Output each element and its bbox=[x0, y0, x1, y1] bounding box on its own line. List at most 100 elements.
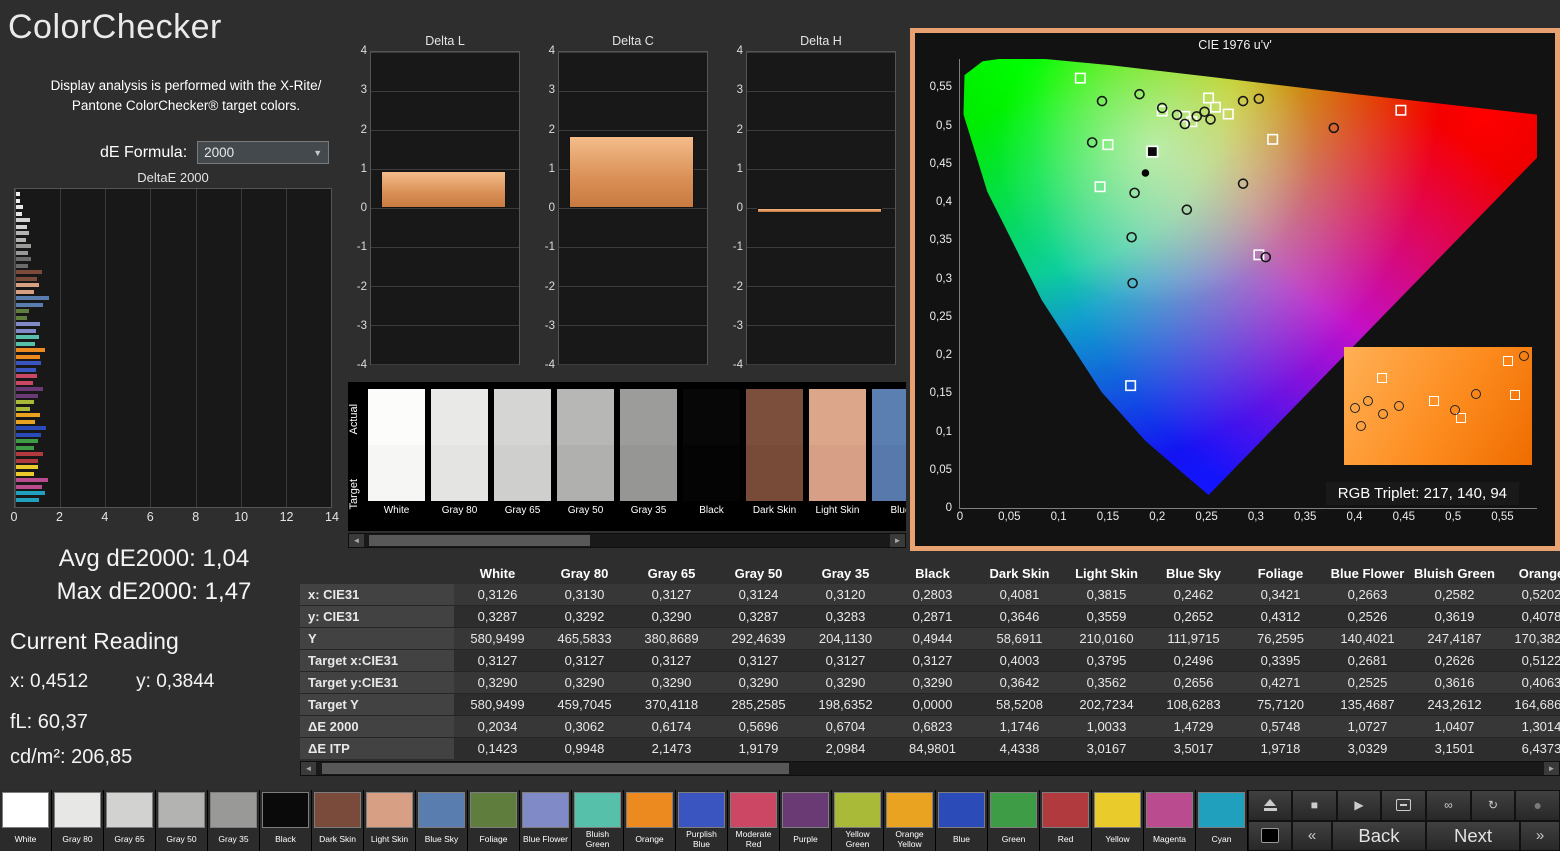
palette-patch-blue-sky[interactable]: Blue Sky bbox=[416, 790, 468, 851]
table-cell: 0,3127 bbox=[802, 649, 889, 672]
palette-patch-color bbox=[366, 792, 413, 828]
palette-patch-green[interactable]: Green bbox=[988, 790, 1040, 851]
palette-patch-gray-65[interactable]: Gray 65 bbox=[104, 790, 156, 851]
palette-patch-bluish-green[interactable]: Bluish Green bbox=[572, 790, 624, 851]
table-scroll-track[interactable] bbox=[316, 762, 1544, 775]
record-icon: ● bbox=[1533, 797, 1542, 814]
table-scrollbar[interactable]: ◄ ► bbox=[300, 761, 1560, 776]
strip-swatch-target bbox=[683, 445, 740, 501]
table-cell: 3,5017 bbox=[1150, 737, 1237, 759]
palette-patch-gray-35[interactable]: Gray 35 bbox=[208, 790, 260, 851]
current-xy-values: x: 0,4512 y: 0,3844 bbox=[10, 671, 304, 693]
deltae-bar bbox=[16, 465, 39, 469]
palette-patch-gray-80[interactable]: Gray 80 bbox=[52, 790, 104, 851]
strip-scroll-left-icon[interactable]: ◄ bbox=[349, 534, 364, 547]
back-chevron-button[interactable]: « bbox=[1292, 820, 1332, 851]
palette-patch-cyan[interactable]: Cyan bbox=[1196, 790, 1248, 851]
table-scroll-thumb[interactable] bbox=[322, 763, 789, 774]
palette-patch-blue-flower[interactable]: Blue Flower bbox=[520, 790, 572, 851]
palette-patch-purplish-blue[interactable]: Purplish Blue bbox=[676, 790, 728, 851]
palette-patch-yellow-green[interactable]: Yellow Green bbox=[832, 790, 884, 851]
palette-patch-foliage[interactable]: Foliage bbox=[468, 790, 520, 851]
palette-patch-orange[interactable]: Orange bbox=[624, 790, 676, 851]
palette-patch-gray-50[interactable]: Gray 50 bbox=[156, 790, 208, 851]
table-column-header: Bluish Green bbox=[1414, 565, 1495, 581]
stop-button[interactable]: ■ bbox=[1292, 790, 1337, 821]
palette-patch-label: Dark Skin bbox=[319, 833, 356, 844]
loop-button[interactable]: ∞ bbox=[1426, 790, 1471, 821]
delta-chart-y-axis: 4 3 2 1 0 -1 -2 -3 -4 bbox=[540, 45, 558, 371]
table-column-header: Gray 80 bbox=[560, 565, 609, 581]
deltae-bar bbox=[16, 276, 38, 281]
palette-patch-color bbox=[886, 792, 933, 828]
strip-swatch-label: Gray 65 bbox=[504, 505, 541, 516]
table-cell: 0,3619 bbox=[1411, 605, 1498, 628]
strip-swatch: Gray 50 bbox=[557, 389, 614, 531]
table-cell: 1,4729 bbox=[1150, 715, 1237, 738]
table-row: Target y:CIE31 0,3290 0,3290 0,3290 0,3290 0,… bbox=[300, 671, 1560, 694]
palette-patch-color bbox=[678, 792, 725, 828]
table-scroll-right-icon[interactable]: ► bbox=[1544, 762, 1559, 775]
back-button[interactable]: Back bbox=[1332, 820, 1426, 851]
description-text: Display analysis is performed with the X… bbox=[20, 76, 352, 117]
palette-patch-orange-yellow[interactable]: Orange Yellow bbox=[884, 790, 936, 851]
strip-swatch-actual bbox=[494, 389, 551, 445]
palette-patch-label: Orange bbox=[635, 833, 664, 844]
deltae-bar bbox=[16, 315, 27, 320]
display-button[interactable] bbox=[1248, 820, 1292, 851]
eject-button[interactable] bbox=[1248, 790, 1292, 821]
palette-patch-purple[interactable]: Purple bbox=[780, 790, 832, 851]
next-chevron-button[interactable]: » bbox=[1520, 820, 1560, 851]
table-row-label: ΔE 2000 bbox=[300, 715, 454, 738]
strip-scrollbar[interactable]: ◄ ► bbox=[348, 533, 906, 548]
strip-row-label-actual: Actual bbox=[348, 403, 360, 435]
table-cell: 0,3559 bbox=[1063, 605, 1150, 628]
table-cell: 0,2803 bbox=[889, 584, 976, 606]
record-button[interactable]: ● bbox=[1515, 790, 1560, 821]
deltae-bar bbox=[16, 400, 34, 404]
table-cell: 0,2626 bbox=[1411, 649, 1498, 672]
play-button[interactable]: ▶ bbox=[1336, 790, 1382, 821]
palette-patch-blue[interactable]: Blue bbox=[936, 790, 988, 851]
refresh-button[interactable]: ↻ bbox=[1470, 790, 1516, 821]
de-formula-select[interactable]: 2000 ▼ bbox=[197, 141, 330, 164]
table-cell: 0,2663 bbox=[1324, 584, 1411, 606]
cie-x-tick-label: 0,05 bbox=[998, 511, 1021, 523]
inset-measured-point bbox=[1355, 421, 1366, 432]
delta-chart-y-axis: 4 3 2 1 0 -1 -2 -3 -4 bbox=[352, 45, 370, 371]
table-cell: 380,8689 bbox=[628, 627, 715, 650]
table-scroll-left-icon[interactable]: ◄ bbox=[301, 762, 316, 775]
strip-swatch-actual bbox=[683, 389, 740, 445]
table-cell: 0,3290 bbox=[715, 671, 802, 694]
table-row: ΔE ITP 0,1423 0,9948 2,1473 1,9179 2,0984 84,9… bbox=[300, 737, 1560, 759]
strip-swatch: Gray 35 bbox=[620, 389, 677, 531]
strip-swatch-label: Black bbox=[699, 505, 724, 516]
table-column-header: Blue Flower bbox=[1330, 565, 1405, 581]
palette-patch-yellow[interactable]: Yellow bbox=[1092, 790, 1144, 851]
delta-chart-bar bbox=[381, 170, 506, 208]
table-cell: 84,9801 bbox=[889, 737, 976, 759]
palette-patch-label: Yellow Green bbox=[845, 829, 870, 849]
marker-button[interactable] bbox=[1381, 790, 1427, 821]
strip-scroll-right-icon[interactable]: ► bbox=[890, 534, 905, 547]
palette-patch-light-skin[interactable]: Light Skin bbox=[364, 790, 416, 851]
palette-patch-magenta[interactable]: Magenta bbox=[1144, 790, 1196, 851]
table-column-header: Gray 50 bbox=[734, 565, 783, 581]
cie-title: CIE 1976 u'v' bbox=[1198, 38, 1272, 52]
palette-patch-dark-skin[interactable]: Dark Skin bbox=[312, 790, 364, 851]
table-cell: 204,1130 bbox=[802, 627, 889, 650]
strip-scroll-thumb[interactable] bbox=[369, 535, 591, 546]
transport-controls: ■ ▶ ∞ ↻ ● « Back Next » bbox=[1248, 790, 1560, 851]
strip-row-label-target: Target bbox=[348, 478, 360, 510]
palette-patch-black[interactable]: Black bbox=[260, 790, 312, 851]
strip-scroll-track[interactable] bbox=[364, 534, 890, 547]
deltae-x-tick-label: 6 bbox=[146, 510, 154, 524]
palette-patch-color bbox=[158, 792, 205, 828]
description-line1: Display analysis is performed with the X… bbox=[50, 78, 322, 93]
de-formula-label: dE Formula: bbox=[100, 143, 188, 161]
palette-patch-white[interactable]: White bbox=[0, 790, 52, 851]
palette-patch-moderate-red[interactable]: Moderate Red bbox=[728, 790, 780, 851]
palette-patch-color bbox=[574, 792, 621, 828]
next-button[interactable]: Next bbox=[1426, 820, 1520, 851]
palette-patch-red[interactable]: Red bbox=[1040, 790, 1092, 851]
